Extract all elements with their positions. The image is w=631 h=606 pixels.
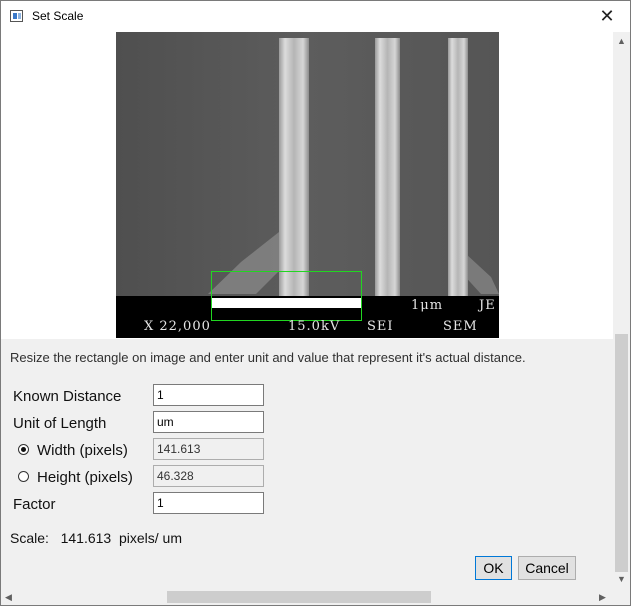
height-pixels-field bbox=[153, 465, 264, 487]
scale-value: 141.613 bbox=[60, 530, 112, 546]
magnification-label: X 22,000 bbox=[144, 319, 211, 334]
known-distance-input[interactable] bbox=[153, 384, 264, 406]
detector-label: SEI bbox=[367, 319, 394, 334]
scroll-up-icon[interactable]: ▲ bbox=[617, 37, 626, 46]
scale-label: Scale: bbox=[10, 530, 49, 546]
height-radio[interactable] bbox=[18, 471, 29, 482]
scale-unit: pixels/ um bbox=[118, 530, 183, 546]
image-panel: 1μm JE X 22,000 15.0kV SEI SEM bbox=[1, 32, 613, 339]
horizontal-scroll-thumb[interactable] bbox=[167, 591, 431, 603]
scrollbar-corner bbox=[613, 589, 630, 605]
factor-input[interactable] bbox=[153, 492, 264, 514]
vertical-scroll-thumb[interactable] bbox=[615, 334, 628, 572]
close-icon[interactable]: ✕ bbox=[584, 1, 630, 32]
cancel-button[interactable]: Cancel bbox=[518, 556, 576, 580]
scroll-left-icon[interactable]: ◀ bbox=[5, 593, 12, 602]
window-icon bbox=[10, 10, 23, 22]
unit-of-length-label: Unit of Length bbox=[13, 415, 107, 432]
instruction-text: Resize the rectangle on image and enter … bbox=[10, 350, 526, 365]
scale-bar-label: 1μm bbox=[411, 298, 444, 313]
scale-selection-rectangle[interactable] bbox=[211, 271, 362, 321]
ok-button[interactable]: OK bbox=[475, 556, 512, 580]
instrument-label: SEM bbox=[443, 319, 478, 334]
voltage-label: 15.0kV bbox=[288, 319, 341, 334]
unit-of-length-input[interactable] bbox=[153, 411, 264, 433]
vertical-scrollbar[interactable]: ▲ ▼ bbox=[613, 32, 630, 589]
scroll-right-icon[interactable]: ▶ bbox=[599, 593, 606, 602]
scale-readout: Scale: 141.613 pixels/ um bbox=[10, 530, 182, 546]
width-pixels-field bbox=[153, 438, 264, 460]
set-scale-dialog: Set Scale ✕ 1μm JE X 22,000 15.0kV SEI S… bbox=[0, 0, 631, 606]
known-distance-label: Known Distance bbox=[13, 388, 122, 405]
height-label[interactable]: Height (pixels) bbox=[37, 469, 133, 486]
horizontal-scrollbar[interactable]: ◀ ▶ bbox=[1, 589, 613, 605]
sem-image: 1μm JE X 22,000 15.0kV SEI SEM bbox=[116, 32, 499, 338]
title-bar[interactable]: Set Scale ✕ bbox=[1, 1, 630, 32]
brand-label: JE bbox=[479, 298, 496, 313]
factor-label: Factor bbox=[13, 496, 56, 513]
width-radio[interactable] bbox=[18, 444, 29, 455]
width-label[interactable]: Width (pixels) bbox=[37, 442, 128, 459]
scroll-down-icon[interactable]: ▼ bbox=[617, 575, 626, 584]
dialog-content: 1μm JE X 22,000 15.0kV SEI SEM Resize th… bbox=[1, 32, 613, 589]
window-title: Set Scale bbox=[32, 9, 84, 23]
